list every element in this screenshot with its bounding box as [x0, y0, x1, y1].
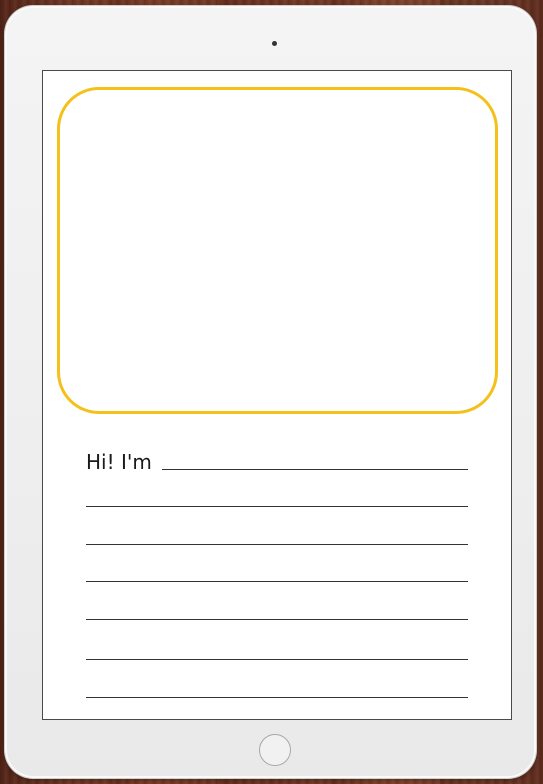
writing-line-2[interactable]	[86, 544, 468, 545]
writing-line-1[interactable]	[86, 506, 468, 507]
writing-line-3[interactable]	[86, 581, 468, 582]
writing-line-4[interactable]	[86, 619, 468, 620]
writing-line-5[interactable]	[86, 659, 468, 660]
writing-line-6[interactable]	[86, 697, 468, 698]
front-camera-icon	[272, 41, 277, 46]
intro-label: Hi! I'm	[86, 450, 152, 474]
name-blank-line[interactable]	[161, 469, 468, 470]
home-button-icon[interactable]	[259, 734, 291, 766]
photo-frame[interactable]	[57, 87, 498, 414]
intro-row: Hi! I'm	[86, 446, 468, 474]
